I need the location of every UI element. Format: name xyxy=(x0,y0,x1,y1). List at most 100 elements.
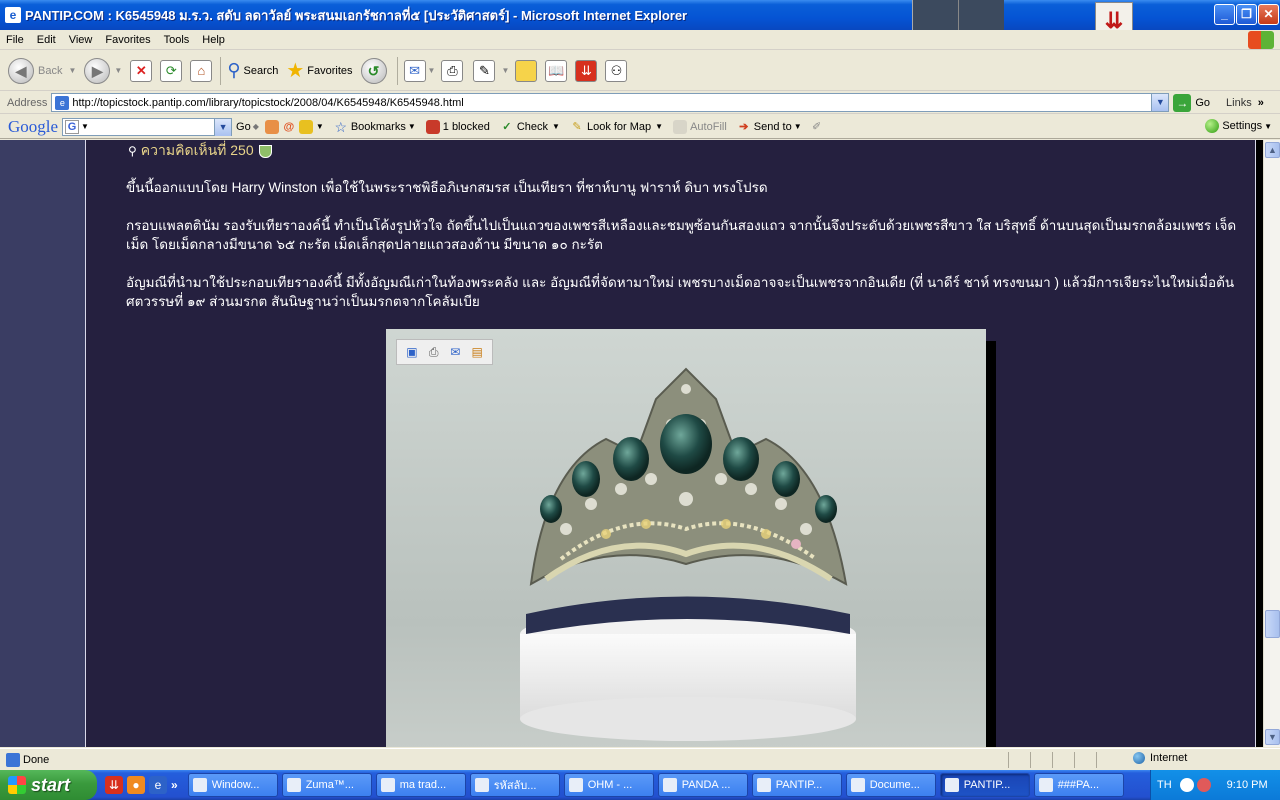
google-go-button[interactable]: Go ◆ xyxy=(236,121,259,133)
task-app-icon xyxy=(380,778,395,792)
taskbar-button[interactable]: PANTIP... xyxy=(751,773,842,797)
puzzle-dropdown-icon[interactable]: ▼ xyxy=(316,122,324,131)
menu-file[interactable]: File xyxy=(0,34,31,46)
task-app-icon xyxy=(474,778,489,792)
page-done-icon xyxy=(6,752,20,767)
scroll-down-icon[interactable]: ▼ xyxy=(1265,729,1280,745)
pagerank-icon[interactable] xyxy=(264,119,279,134)
forward-button[interactable]: ▶ ▼ xyxy=(84,57,122,84)
links-button[interactable]: Links xyxy=(1226,97,1252,109)
address-dropdown-icon[interactable]: ▼ xyxy=(1151,94,1169,111)
spellcheck-button[interactable]: ✓ Check ▼ xyxy=(500,120,560,134)
back-dropdown-icon[interactable]: ▼ xyxy=(68,66,76,75)
refresh-icon[interactable]: ⟳ xyxy=(160,59,183,82)
taskbar: start ⇊ ● e » Window... Zuma™... ma trad..… xyxy=(0,770,1280,800)
google-search-dropdown-icon[interactable]: ▼ xyxy=(214,118,232,136)
spellcheck-icon: ✓ xyxy=(502,120,512,133)
edit-dropdown-icon[interactable]: ▼ xyxy=(501,66,509,75)
title-bar: e PANTIP.COM : K6545948 ม.ร.ว. สดับ ลดาว… xyxy=(0,0,1280,42)
popup-blocker-button[interactable]: 1 blocked xyxy=(425,119,490,134)
tray-expand-icon[interactable] xyxy=(1179,778,1194,792)
taskbar-button[interactable]: Window... xyxy=(187,773,278,797)
go-button[interactable]: → Go xyxy=(1173,93,1210,112)
my-pictures-icon[interactable]: ▤ xyxy=(469,344,485,360)
task-app-icon xyxy=(662,778,677,792)
puzzle-icon[interactable] xyxy=(298,119,313,134)
close-button[interactable]: ✕ xyxy=(1258,4,1279,25)
comment-pin-icon: ⚲ xyxy=(128,144,137,158)
download-manager-quicklaunch-icon[interactable]: ⇊ xyxy=(105,776,123,794)
look-for-map-label: Look for Map xyxy=(586,120,652,133)
back-button[interactable]: ◀ Back ▼ xyxy=(8,57,76,84)
edit-icon[interactable]: ✎ xyxy=(473,59,496,82)
ie-icon: e xyxy=(5,7,21,23)
forward-arrow-icon: ▶ xyxy=(84,57,111,84)
taskbar-button[interactable]: Docume... xyxy=(845,773,936,797)
status-text: Done xyxy=(23,753,50,766)
search-button[interactable]: ⚲ Search xyxy=(227,60,278,81)
taskbar-button[interactable]: PANDA ... xyxy=(657,773,748,797)
taskbar-button[interactable]: ###PA... xyxy=(1033,773,1124,797)
forward-dropdown-icon[interactable]: ▼ xyxy=(114,66,122,75)
settings-button[interactable]: Settings ▼ xyxy=(1205,119,1272,133)
taskbar-button[interactable]: PANTIP... xyxy=(939,773,1030,797)
menu-favorites[interactable]: Favorites xyxy=(99,34,157,46)
tiara-photo[interactable] xyxy=(386,329,986,747)
minimize-button[interactable]: _ xyxy=(1214,4,1235,25)
restore-button[interactable]: ❐ xyxy=(1236,4,1257,25)
scroll-up-icon[interactable]: ▲ xyxy=(1265,142,1280,158)
mail-icon[interactable]: ✉ xyxy=(403,59,426,82)
download-manager-icon[interactable]: ⇊ xyxy=(575,59,598,82)
chevron-right-icon[interactable]: » xyxy=(1258,97,1264,109)
bookmarks-button[interactable]: ☆ Bookmarks ▼ xyxy=(334,120,416,134)
google-toolbar: Google G ▼ ▼ Go ◆ @ ▼ ☆ Bookmarks ▼ 1 bl… xyxy=(0,115,1280,139)
menu-help[interactable]: Help xyxy=(196,34,232,46)
quicklaunch-more-icon[interactable]: » xyxy=(171,776,178,794)
send-to-button[interactable]: ➔ Send to ▼ xyxy=(737,120,801,134)
notes-icon[interactable] xyxy=(515,59,538,82)
settings-dropdown-icon: ▼ xyxy=(1264,121,1272,131)
favorites-button[interactable]: ★ Favorites xyxy=(286,58,352,83)
bookmarks-label: Bookmarks xyxy=(350,120,406,133)
ie-quicklaunch-icon[interactable]: e xyxy=(149,776,167,794)
language-indicator[interactable]: TH xyxy=(1157,779,1172,791)
menu-tools[interactable]: Tools xyxy=(158,34,197,46)
windows-flag-icon xyxy=(8,776,26,794)
taskbar-button[interactable]: OHM - ... xyxy=(563,773,654,797)
stop-icon[interactable]: ✕ xyxy=(130,59,153,82)
taskbar-button[interactable]: รหัสลับ... xyxy=(469,773,560,797)
print-image-icon[interactable]: ⎙ xyxy=(426,344,442,360)
save-image-icon[interactable]: ▣ xyxy=(404,344,420,360)
google-g-icon[interactable]: G xyxy=(65,119,80,134)
tray-app-icon[interactable] xyxy=(1196,778,1211,792)
messenger-icon[interactable]: ⚇ xyxy=(605,59,628,82)
scroll-thumb[interactable] xyxy=(1265,610,1280,638)
look-for-map-button[interactable]: ✎ Look for Map ▼ xyxy=(570,120,663,134)
firefox-quicklaunch-icon[interactable]: ● xyxy=(127,776,145,794)
address-url[interactable]: http://topicstock.pantip.com/library/top… xyxy=(72,97,463,109)
highlighter-icon[interactable]: ✐ xyxy=(810,120,824,134)
mail-dropdown-icon[interactable]: ▼ xyxy=(428,66,436,75)
taskbar-button-label: PANTIP... xyxy=(963,779,1011,791)
search-type-dropdown-icon[interactable]: ▼ xyxy=(81,122,89,131)
window-title: PANTIP.COM : K6545948 ม.ร.ว. สดับ ลดาวัล… xyxy=(25,7,688,23)
menu-view[interactable]: View xyxy=(63,34,100,46)
google-search-input[interactable]: G ▼ ▼ xyxy=(62,117,233,136)
zone-label: Internet xyxy=(1150,752,1188,764)
history-icon[interactable]: ↺ xyxy=(360,57,387,84)
address-input[interactable]: e http://topicstock.pantip.com/library/t… xyxy=(51,93,1170,112)
google-logo[interactable]: Google xyxy=(8,117,58,137)
home-icon[interactable]: ⌂ xyxy=(190,59,213,82)
vertical-scrollbar[interactable]: ▲ ▼ xyxy=(1263,140,1280,747)
print-icon[interactable]: ⎙ xyxy=(441,59,464,82)
menu-edit[interactable]: Edit xyxy=(31,34,63,46)
taskbar-button[interactable]: Zuma™... xyxy=(281,773,372,797)
research-icon[interactable]: 📖 xyxy=(545,59,568,82)
email-image-icon[interactable]: ✉ xyxy=(447,344,463,360)
start-button[interactable]: start xyxy=(0,770,97,800)
autofill-button[interactable]: AutoFill xyxy=(673,119,727,134)
task-app-icon xyxy=(756,778,771,792)
go-options-icon[interactable]: ◆ xyxy=(253,122,259,131)
spiral-icon[interactable]: @ xyxy=(282,120,296,134)
taskbar-button[interactable]: ma trad... xyxy=(375,773,466,797)
